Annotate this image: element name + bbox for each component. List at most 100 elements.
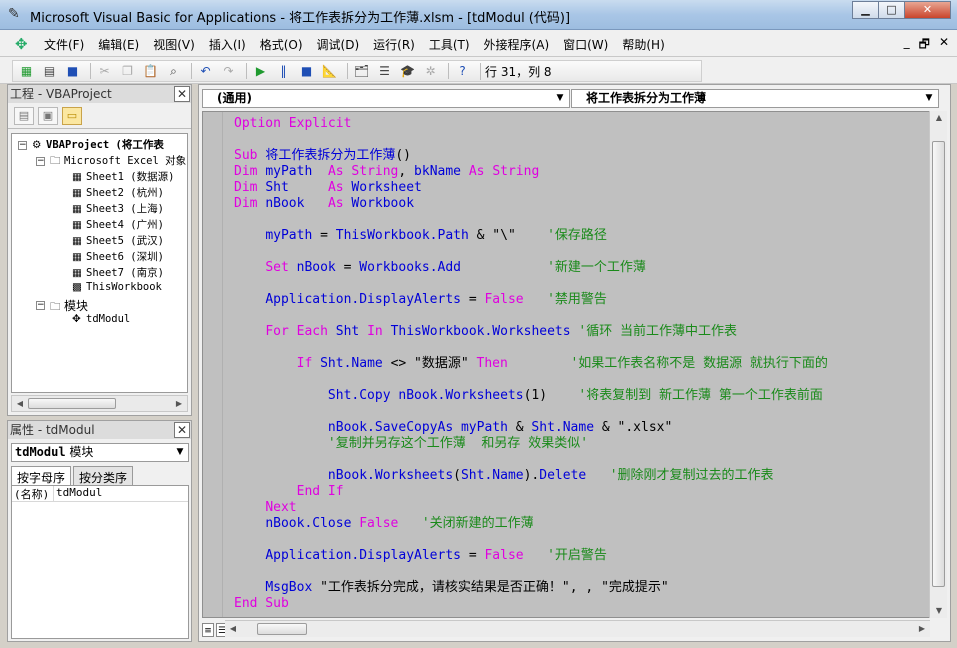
tree-sheet[interactable]: ▦ Sheet7 (南京) [72,265,164,280]
menu-item[interactable]: 文件(F) [44,36,84,53]
chevron-down-icon[interactable]: ▼ [553,91,567,106]
menu-item[interactable]: 外接程序(A) [484,36,550,53]
tree-sheet[interactable]: ▦ Sheet2 (杭州) [72,185,164,200]
close-button[interactable]: ✕ [904,1,951,19]
procedure-combo[interactable]: 将工作表拆分为工作薄 ▼ [571,89,939,108]
code-line[interactable]: '复制并另存这个工作薄 和另存 效果类似' [234,436,828,452]
procedure-view-icon[interactable]: ≡ [202,623,214,637]
code-line[interactable] [234,532,828,548]
scroll-down-icon[interactable]: ▼ [931,604,947,618]
insert-module-icon[interactable]: ▤ [40,62,59,80]
code-line[interactable] [234,452,828,468]
menu-item[interactable]: 帮助(H) [622,36,664,53]
toolbox-icon[interactable]: ✲ [421,62,440,80]
minimize-button[interactable]: ▁ [852,1,879,19]
toggle-folders-icon[interactable]: ▭ [62,106,82,125]
chevron-down-icon[interactable]: ▼ [173,445,187,460]
copy-icon[interactable]: ❐ [118,62,137,80]
menu-item[interactable]: 格式(O) [260,36,303,53]
code-line[interactable]: Sub 将工作表拆分为工作薄() [234,148,828,164]
collapse-icon[interactable]: − [18,141,27,150]
run-icon[interactable]: ▶ [251,62,270,80]
code-line[interactable]: nBook.Close False '关闭新建的工作薄 [234,516,828,532]
mdi-close-button[interactable]: ✕ [939,35,949,56]
code-line[interactable]: myPath = ThisWorkbook.Path & "\" '保存路径 [234,228,828,244]
view-excel-icon[interactable]: ▦ [17,62,36,80]
tree-root[interactable]: ⚙ VBAProject (将工作表 [32,137,164,152]
project-explorer-icon[interactable]: 🗂 [352,62,371,80]
code-line[interactable]: If Sht.Name <> "数据源" Then '如果工作表名称不是 数据源… [234,356,828,372]
code-window-icon[interactable]: ✥ [15,35,28,53]
properties-close-button[interactable]: ✕ [174,422,190,438]
mdi-restore-button[interactable]: 🗗 [919,35,930,56]
code-line[interactable]: MsgBox "工作表拆分完成，请核实结果是否正确！", , "完成提示" [234,580,828,596]
collapse-icon[interactable]: − [36,301,45,310]
object-browser-icon[interactable]: 🎓 [398,62,417,80]
tree-sheet[interactable]: ▦ Sheet3 (上海) [72,201,164,216]
breakpoint-margin[interactable] [203,112,223,617]
object-combo[interactable]: (通用) ▼ [202,89,570,108]
tree-thisworkbook[interactable]: ▩ ThisWorkbook [72,281,162,293]
code-line[interactable]: nBook.SaveCopyAs myPath & Sht.Name & ".x… [234,420,828,436]
collapse-icon[interactable]: − [36,157,45,166]
code-line[interactable]: Next [234,500,828,516]
code-line[interactable]: Set nBook = Workbooks.Add '新建一个工作薄 [234,260,828,276]
project-close-button[interactable]: ✕ [174,86,190,102]
view-object-icon[interactable]: ▣ [38,106,58,125]
code-line[interactable] [234,404,828,420]
break-icon[interactable]: ‖ [274,62,293,80]
scroll-thumb[interactable] [932,141,945,587]
code-line[interactable] [234,564,828,580]
save-icon[interactable]: ■ [63,62,82,80]
menu-item[interactable]: 运行(R) [373,36,415,53]
code-line[interactable]: End If [234,484,828,500]
redo-icon[interactable]: ↷ [219,62,238,80]
cut-icon[interactable]: ✂ [95,62,114,80]
maximize-button[interactable]: □ [878,1,905,19]
menu-item[interactable]: 编辑(E) [98,36,139,53]
menu-item[interactable]: 工具(T) [429,36,470,53]
tree-module-tdmodul[interactable]: ✥ tdModul [72,313,130,325]
undo-icon[interactable]: ↶ [196,62,215,80]
code-line[interactable]: Dim Sht As Worksheet [234,180,828,196]
object-select[interactable]: tdModul 模块 ▼ [11,443,189,462]
code-line[interactable] [234,276,828,292]
code-line[interactable] [234,308,828,324]
code-editor[interactable]: Option Explicit Sub 将工作表拆分为工作薄() Dim myPa… [202,111,946,618]
scroll-right-icon[interactable]: ▶ [171,397,187,411]
code-text[interactable]: Option Explicit Sub 将工作表拆分为工作薄() Dim myPa… [234,116,828,612]
code-line[interactable]: Application.DisplayAlerts = False '开启警告 [234,548,828,564]
tree-sheet[interactable]: ▦ Sheet5 (武汉) [72,233,164,248]
scroll-left-icon[interactable]: ◀ [225,622,241,636]
help-icon[interactable]: ? [453,62,472,80]
tree-sheet[interactable]: ▦ Sheet6 (深圳) [72,249,164,264]
properties-window-icon[interactable]: ☰ [375,62,394,80]
view-code-icon[interactable]: ▤ [14,106,34,125]
find-icon[interactable]: ⌕ [164,62,183,80]
code-line[interactable] [234,244,828,260]
scroll-thumb[interactable] [257,623,307,635]
scroll-right-icon[interactable]: ▶ [914,622,930,636]
menu-item[interactable]: 视图(V) [153,36,195,53]
menu-item[interactable]: 插入(I) [209,36,246,53]
scroll-thumb[interactable] [28,398,116,409]
menu-item[interactable]: 窗口(W) [563,36,608,53]
mdi-minimize-button[interactable]: _ [904,35,910,56]
design-mode-icon[interactable]: 📐 [320,62,339,80]
reset-icon[interactable]: ■ [297,62,316,80]
code-hscrollbar[interactable]: ◀ ▶ [225,620,930,637]
project-hscrollbar[interactable]: ◀ ▶ [11,395,188,412]
code-line[interactable]: nBook.Worksheets(Sht.Name).Delete '删除刚才复… [234,468,828,484]
menu-item[interactable]: 调试(D) [317,36,360,53]
tree-sheet[interactable]: ▦ Sheet4 (广州) [72,217,164,232]
code-line[interactable]: End Sub [234,596,828,612]
scroll-left-icon[interactable]: ◀ [12,397,28,411]
scroll-up-icon[interactable]: ▲ [931,111,947,125]
code-vscrollbar[interactable]: ▲ ▼ [929,111,947,618]
vba-app-icon[interactable]: ✎ [8,6,24,22]
property-value[interactable]: tdModul [54,486,102,501]
code-line[interactable]: Option Explicit [234,116,828,132]
code-line[interactable]: Application.DisplayAlerts = False '禁用警告 [234,292,828,308]
chevron-down-icon[interactable]: ▼ [922,91,936,106]
code-line[interactable]: Sht.Copy nBook.Worksheets(1) '将表复制到 新工作薄… [234,388,828,404]
